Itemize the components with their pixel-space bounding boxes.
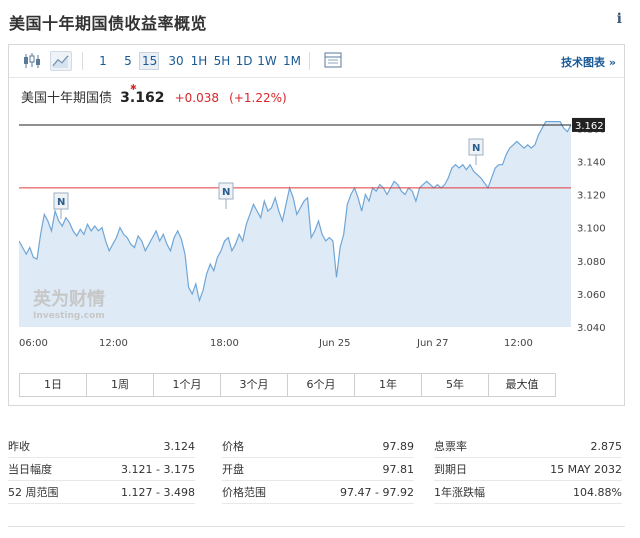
last-value-label: 3.162 <box>575 121 604 132</box>
stat-label: 52 周范围 <box>8 486 59 499</box>
range-button[interactable]: 5年 <box>421 373 488 397</box>
timeframe-1D[interactable]: 1D <box>232 52 256 70</box>
y-tick-label: 3.140 <box>577 157 606 168</box>
stat-label: 价格 <box>222 440 244 453</box>
table-view-icon[interactable] <box>323 51 345 71</box>
stat-label: 价格范围 <box>222 486 266 499</box>
chart-panel: 1 5 15 30 1H 5H 1D 1W 1M 技术图表 » 美国十年期国债 3.162 +0… <box>8 44 625 406</box>
instrument-name: 美国十年期国债 <box>21 91 113 106</box>
stat-row: 1年涨跌幅 104.88% <box>434 482 622 504</box>
range-button[interactable]: 1个月 <box>153 373 220 397</box>
alert-star-icon: ✱ <box>130 83 137 92</box>
news-marker-icon[interactable]: N <box>57 197 65 208</box>
watermark-en: Investing.com <box>33 311 105 321</box>
stat-label: 昨收 <box>8 440 30 453</box>
timeframe-1H[interactable]: 1H <box>187 52 211 70</box>
yield-line-chart[interactable]: 英为财情Investing.com3.1603.1403.1203.1003.0… <box>19 115 617 371</box>
range-selector: 1日 1周 1个月 3个月 6个月 1年 5年 最大值 <box>19 373 556 397</box>
y-tick-label: 3.120 <box>577 191 606 202</box>
timeframe-1W[interactable]: 1W <box>254 52 280 70</box>
quote-header: 美国十年期国债 3.162 +0.038 (+1.22%) <box>21 87 287 106</box>
watermark-cn: 英为财情 <box>32 288 105 310</box>
price-change-percent: (+1.22%) <box>229 91 287 105</box>
range-button[interactable]: 1周 <box>86 373 153 397</box>
y-tick-label: 3.040 <box>577 323 606 334</box>
stat-row: 开盘 97.81 <box>222 459 414 481</box>
chart-toolbar: 1 5 15 30 1H 5H 1D 1W 1M 技术图表 » <box>9 45 624 78</box>
info-icon[interactable]: i <box>617 11 622 27</box>
stat-row: 息票率 2.875 <box>434 436 622 458</box>
range-button[interactable]: 1日 <box>19 373 86 397</box>
divider <box>8 526 625 527</box>
range-button[interactable]: 3个月 <box>220 373 287 397</box>
x-tick-label: 06:00 <box>19 338 48 349</box>
stat-value: 3.124 <box>163 440 196 453</box>
news-marker-icon[interactable]: N <box>222 187 230 198</box>
range-button[interactable]: 6个月 <box>287 373 354 397</box>
stat-label: 息票率 <box>434 440 467 453</box>
stat-value: 3.121 - 3.175 <box>121 463 195 476</box>
stat-row: 价格 97.89 <box>222 436 414 458</box>
timeframe-5H[interactable]: 5H <box>210 52 234 70</box>
stat-row: 52 周范围 1.127 - 3.498 <box>8 482 195 504</box>
x-tick-label: Jun 27 <box>416 338 449 349</box>
stat-label: 开盘 <box>222 463 244 476</box>
y-tick-label: 3.080 <box>577 257 606 268</box>
stat-value: 15 MAY 2032 <box>550 463 622 476</box>
stat-row: 当日幅度 3.121 - 3.175 <box>8 459 195 481</box>
range-button[interactable]: 1年 <box>354 373 421 397</box>
stat-value: 97.89 <box>382 440 415 453</box>
page-title: 美国十年期国债收益率概览 <box>9 14 208 33</box>
x-tick-label: 12:00 <box>504 338 533 349</box>
stat-value: 104.88% <box>573 486 622 499</box>
stat-label: 当日幅度 <box>8 463 52 476</box>
stat-row: 价格范围 97.47 - 97.92 <box>222 482 414 504</box>
y-tick-label: 3.100 <box>577 224 606 235</box>
stat-row: 昨收 3.124 <box>8 436 195 458</box>
stat-value: 97.47 - 97.92 <box>340 486 414 499</box>
candlestick-icon[interactable] <box>21 51 43 71</box>
stat-value: 2.875 <box>590 440 623 453</box>
toolbar-divider <box>309 52 310 70</box>
timeframe-1M[interactable]: 1M <box>279 52 305 70</box>
stat-label: 到期日 <box>434 463 467 476</box>
stat-value: 1.127 - 3.498 <box>121 486 195 499</box>
timeframe-1[interactable]: 1 <box>95 52 111 70</box>
news-marker-icon[interactable]: N <box>472 143 480 154</box>
last-price: 3.162 <box>120 90 165 106</box>
range-button[interactable]: 最大值 <box>488 373 556 397</box>
tech-chart-link[interactable]: 技术图表 » <box>561 54 616 70</box>
stat-row: 到期日 15 MAY 2032 <box>434 459 622 481</box>
stat-value: 97.81 <box>382 463 415 476</box>
toolbar-divider <box>82 52 83 70</box>
x-tick-label: 12:00 <box>99 338 128 349</box>
x-tick-label: Jun 25 <box>318 338 351 349</box>
timeframe-15[interactable]: 15 <box>139 52 159 70</box>
timeframe-30[interactable]: 30 <box>164 52 188 70</box>
stat-label: 1年涨跌幅 <box>434 486 485 499</box>
timeframe-5[interactable]: 5 <box>120 52 136 70</box>
price-change: +0.038 <box>174 91 220 105</box>
x-tick-label: 18:00 <box>210 338 239 349</box>
line-chart-icon[interactable] <box>50 51 72 71</box>
y-tick-label: 3.060 <box>577 290 606 301</box>
